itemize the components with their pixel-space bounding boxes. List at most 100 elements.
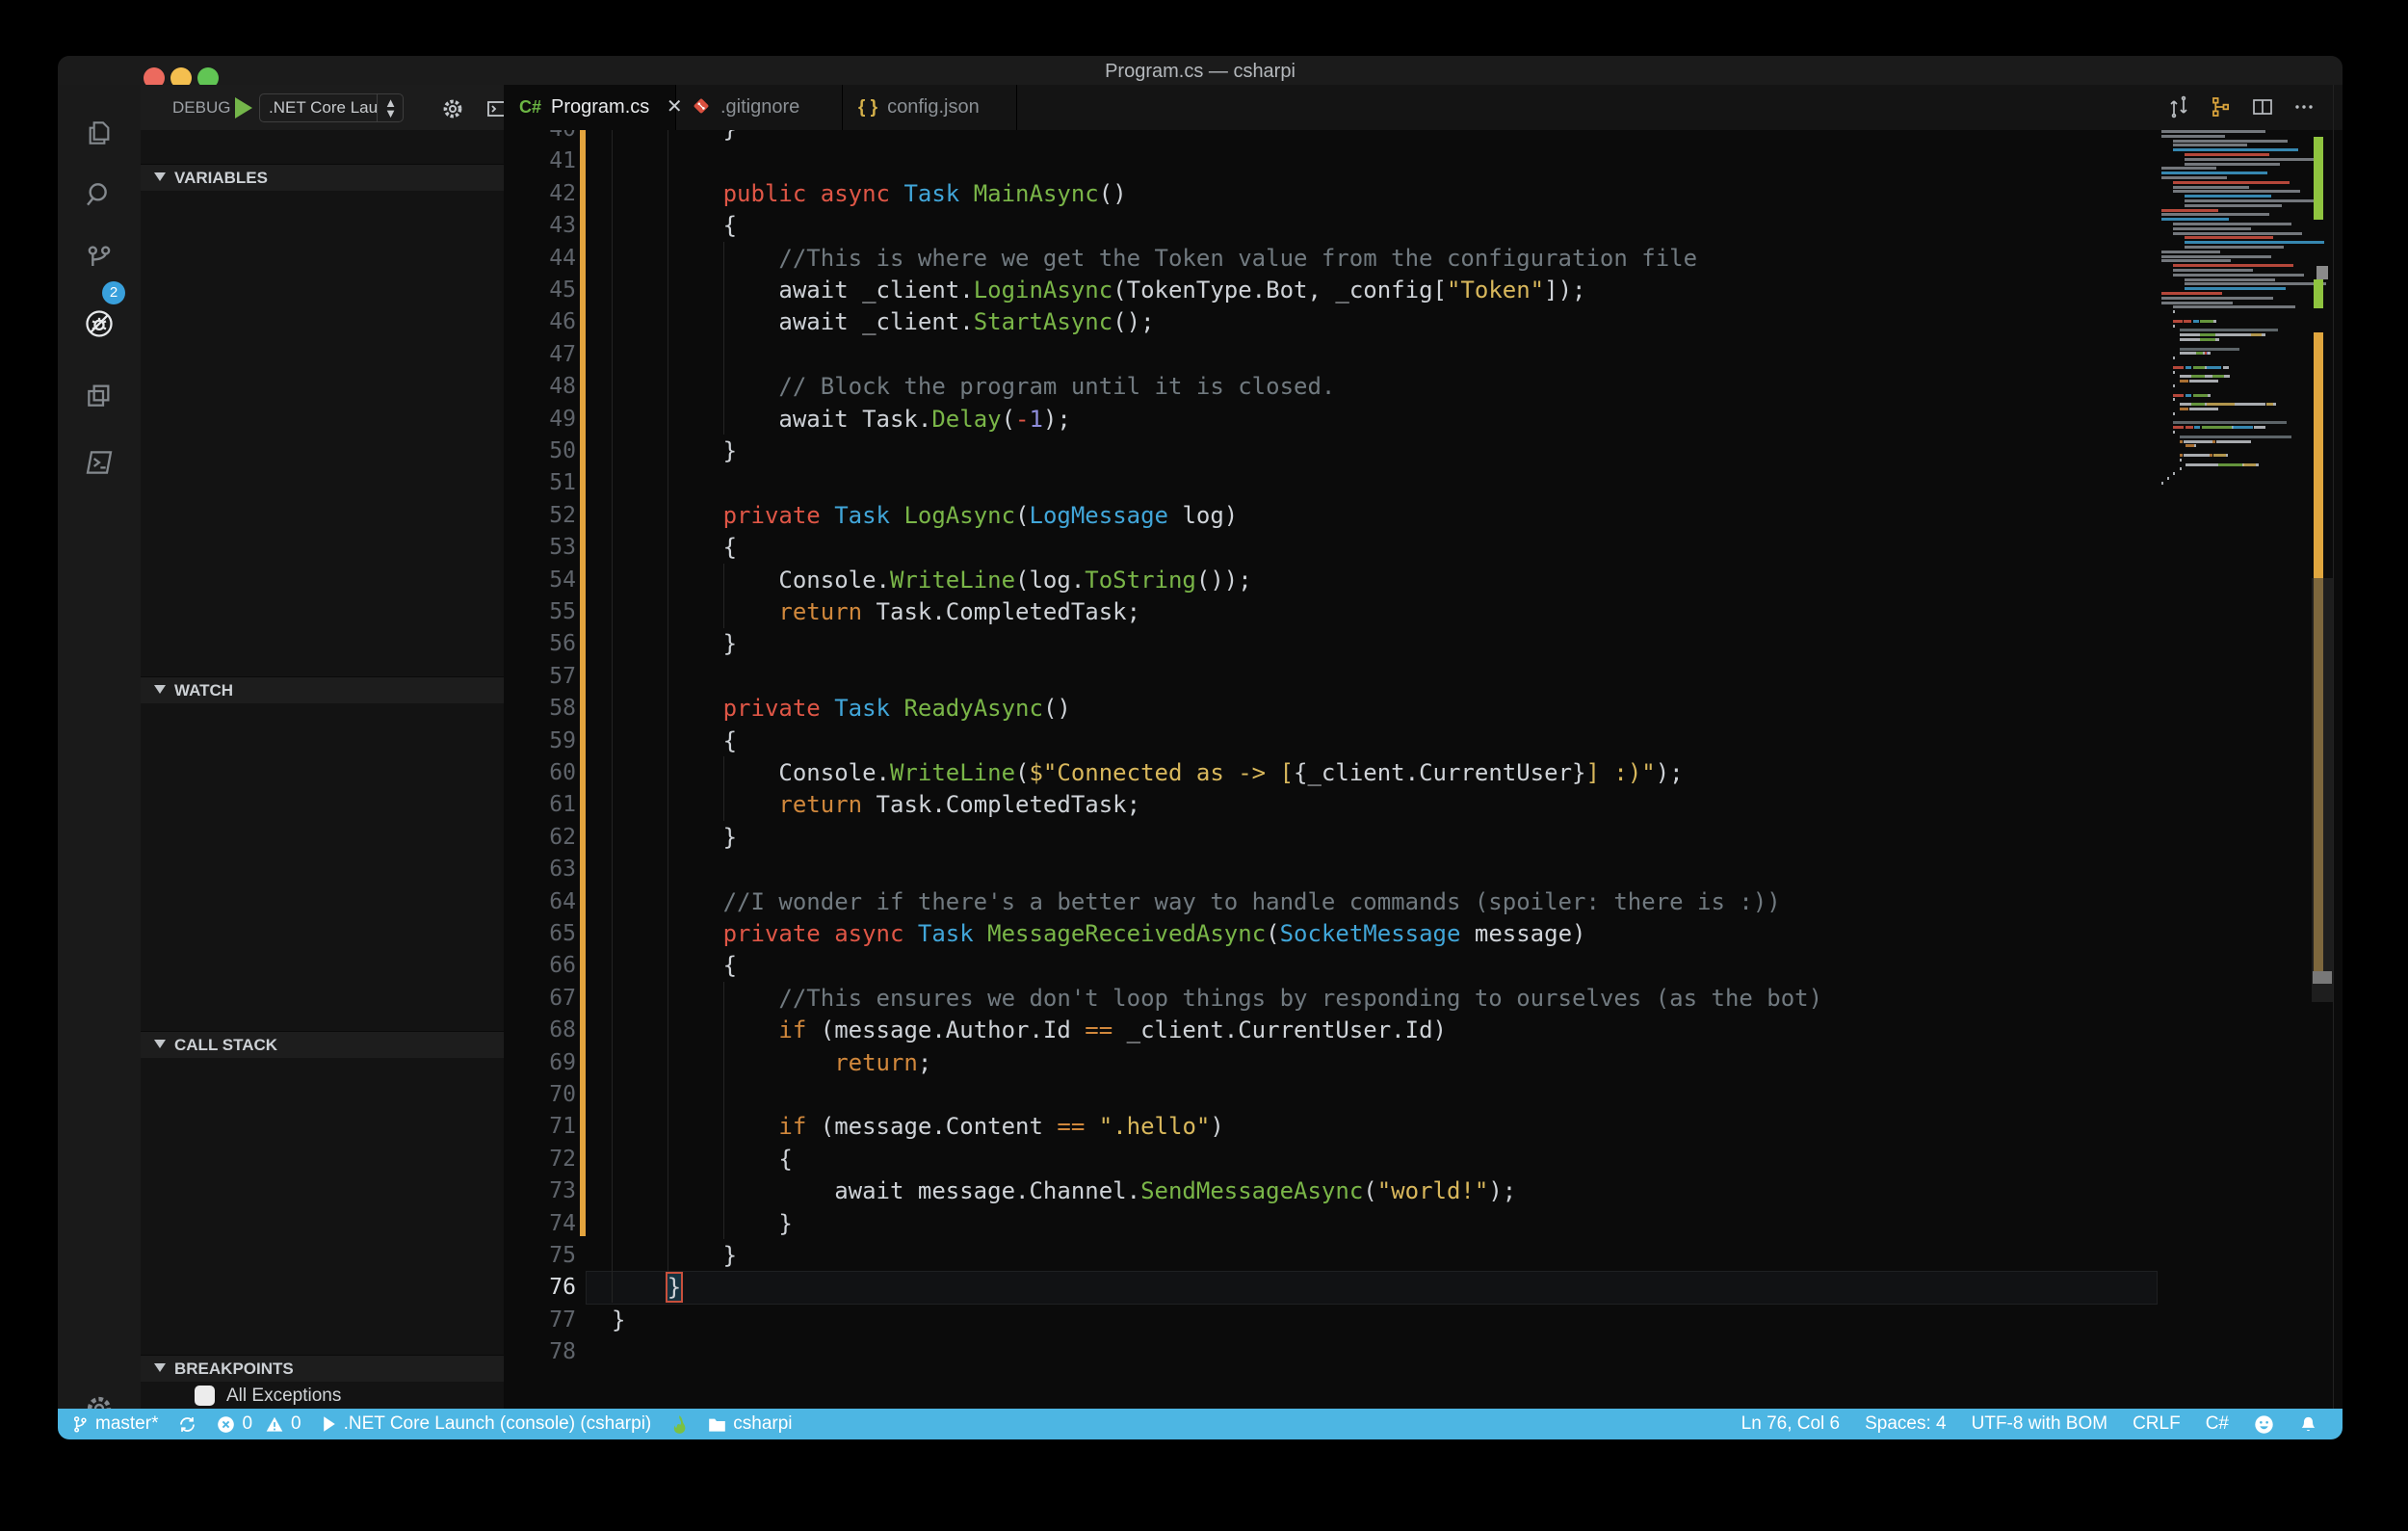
line-number[interactable]: 67	[504, 986, 576, 1011]
code-text: {	[612, 951, 737, 980]
code-line: 62 }	[504, 821, 2312, 854]
search-icon[interactable]	[84, 179, 115, 210]
indentation-item[interactable]: Spaces: 4	[1865, 1413, 1947, 1435]
explorer-icon[interactable]	[84, 118, 115, 148]
line-number[interactable]: 73	[504, 1178, 576, 1203]
flame-icon	[671, 1414, 688, 1435]
section-breakpoints[interactable]: BREAKPOINTS	[141, 1355, 504, 1382]
checkbox-unchecked[interactable]	[195, 1386, 215, 1406]
code-line: 68 if (message.Author.Id == _client.Curr…	[504, 1014, 2312, 1046]
code-text: return Task.CompletedTask;	[612, 597, 1140, 626]
code-text: private Task LogAsync(LogMessage log)	[612, 501, 1238, 530]
line-number[interactable]: 71	[504, 1114, 576, 1139]
section-watch[interactable]: WATCH	[141, 676, 504, 703]
line-number[interactable]: 52	[504, 503, 576, 528]
sync-status-item[interactable]	[178, 1415, 196, 1434]
code-text: }	[612, 1209, 793, 1238]
code-line: 63	[504, 853, 2312, 885]
line-number[interactable]: 40	[504, 130, 576, 142]
line-number[interactable]: 72	[504, 1147, 576, 1172]
line-number[interactable]: 64	[504, 889, 576, 914]
line-number[interactable]: 68	[504, 1017, 576, 1043]
source-control-icon[interactable]	[84, 243, 115, 274]
breakpoint-all-exceptions[interactable]: All Exceptions	[195, 1385, 341, 1410]
line-number[interactable]: 63	[504, 857, 576, 882]
terminal-icon[interactable]	[84, 447, 115, 478]
gear-icon[interactable]	[441, 97, 464, 120]
tab-label: config.json	[887, 96, 980, 118]
eol-item[interactable]: CRLF	[2133, 1413, 2181, 1435]
section-call-stack[interactable]: CALL STACK	[141, 1031, 504, 1058]
line-number[interactable]: 47	[504, 342, 576, 367]
line-number[interactable]: 70	[504, 1082, 576, 1107]
feedback-smiley-icon[interactable]	[2254, 1414, 2274, 1435]
line-number[interactable]: 45	[504, 277, 576, 303]
code-line: 74 }	[504, 1207, 2312, 1240]
line-number[interactable]: 76	[504, 1275, 576, 1300]
line-number[interactable]: 49	[504, 407, 576, 432]
compare-changes-icon[interactable]	[2167, 95, 2190, 119]
branch-icon	[71, 1414, 89, 1434]
debug-config-select[interactable]: .NET Core Laun( ▲▼	[259, 93, 404, 122]
line-number[interactable]: 43	[504, 213, 576, 238]
debug-launch-status-item[interactable]: .NET Core Launch (console) (csharpi)	[322, 1413, 652, 1435]
editor-tab-bar: C#Program.cs ✕ .gitignore { }config.json	[504, 85, 2343, 130]
sync-icon	[178, 1415, 196, 1434]
line-number[interactable]: 69	[504, 1050, 576, 1075]
line-number[interactable]: 66	[504, 953, 576, 978]
code-editor[interactable]: 40 }4142 public async Task MainAsync()43…	[504, 130, 2312, 1409]
omnisharp-status-item[interactable]	[671, 1414, 688, 1435]
scrollbar-overview-ruler[interactable]	[2312, 85, 2334, 1409]
line-number[interactable]: 42	[504, 181, 576, 206]
code-line: 48 // Block the program until it is clos…	[504, 370, 2312, 403]
line-number[interactable]: 60	[504, 760, 576, 785]
scrollbar-slider[interactable]	[2312, 578, 2333, 1002]
code-line: 76 }	[504, 1271, 2312, 1304]
code-text: private Task ReadyAsync()	[612, 694, 1071, 723]
split-editor-icon[interactable]	[2251, 95, 2274, 119]
run-fork-icon[interactable]	[2210, 95, 2233, 119]
line-number[interactable]: 48	[504, 374, 576, 399]
section-label: BREAKPOINTS	[174, 1359, 294, 1378]
chevron-updown-icon: ▲▼	[384, 97, 397, 119]
tab-config-json[interactable]: { }config.json	[843, 85, 1017, 130]
tab-gitignore[interactable]: .gitignore	[676, 85, 843, 130]
line-number[interactable]: 61	[504, 792, 576, 817]
line-number[interactable]: 57	[504, 664, 576, 689]
line-number[interactable]: 58	[504, 696, 576, 721]
code-text: Console.WriteLine(log.ToString());	[612, 566, 1252, 594]
code-line: 49 await Task.Delay(-1);	[504, 403, 2312, 436]
line-number[interactable]: 41	[504, 148, 576, 173]
line-number[interactable]: 59	[504, 728, 576, 753]
line-number[interactable]: 65	[504, 921, 576, 946]
language-mode-item[interactable]: C#	[2206, 1413, 2229, 1435]
line-number[interactable]: 56	[504, 631, 576, 656]
line-number[interactable]: 44	[504, 246, 576, 271]
branch-status-item[interactable]: master*	[71, 1413, 158, 1435]
extensions-icon[interactable]	[84, 380, 115, 410]
line-number[interactable]: 77	[504, 1307, 576, 1333]
code-text: }	[612, 1306, 625, 1334]
line-number[interactable]: 50	[504, 438, 576, 463]
line-number[interactable]: 46	[504, 309, 576, 334]
debug-icon[interactable]	[84, 308, 115, 339]
line-number[interactable]: 54	[504, 568, 576, 593]
line-number[interactable]: 75	[504, 1243, 576, 1268]
minimap[interactable]	[2158, 130, 2312, 496]
line-number[interactable]: 51	[504, 470, 576, 495]
encoding-item[interactable]: UTF-8 with BOM	[1972, 1413, 2107, 1435]
problems-status-item[interactable]: 0 0	[217, 1413, 301, 1435]
overview-modified-mark	[2314, 332, 2323, 578]
notifications-bell-icon[interactable]	[2299, 1414, 2317, 1435]
overview-marker	[2316, 266, 2328, 279]
line-number[interactable]: 62	[504, 825, 576, 850]
tab-program-cs[interactable]: C#Program.cs ✕	[504, 85, 676, 130]
line-number[interactable]: 74	[504, 1211, 576, 1236]
line-number[interactable]: 78	[504, 1339, 576, 1364]
folder-status-item[interactable]: csharpi	[708, 1413, 792, 1435]
start-debug-icon[interactable]	[235, 97, 252, 119]
section-variables[interactable]: VARIABLES	[141, 164, 504, 191]
line-number[interactable]: 53	[504, 535, 576, 560]
line-number[interactable]: 55	[504, 599, 576, 624]
cursor-position-item[interactable]: Ln 76, Col 6	[1741, 1413, 1840, 1435]
